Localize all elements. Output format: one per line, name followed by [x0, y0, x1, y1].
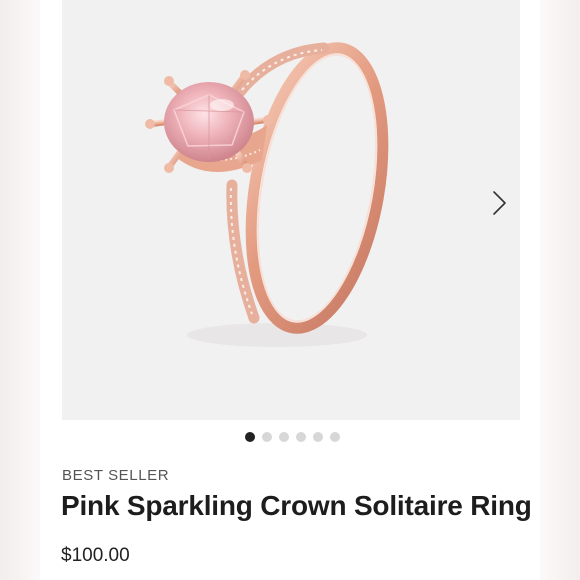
product-price: $100.00: [61, 545, 130, 566]
right-blurred-edge: [540, 0, 580, 580]
pagination-dot-5[interactable]: [313, 432, 323, 442]
next-image-button[interactable]: [488, 186, 512, 220]
pagination-dot-4[interactable]: [296, 432, 306, 442]
product-card: BEST SELLER Pink Sparkling Crown Solitai…: [40, 0, 540, 580]
pagination-dot-3[interactable]: [279, 432, 289, 442]
product-screen: BEST SELLER Pink Sparkling Crown Solitai…: [0, 0, 580, 580]
left-blurred-edge: [0, 0, 40, 580]
product-image-carousel[interactable]: [62, 0, 520, 420]
pagination-dot-2[interactable]: [262, 432, 272, 442]
ring-image: [145, 42, 389, 347]
pagination-dot-1[interactable]: [245, 432, 255, 442]
carousel-pagination: [245, 432, 340, 442]
best-seller-badge: BEST SELLER: [62, 467, 170, 484]
pagination-dot-6[interactable]: [330, 432, 340, 442]
product-title: Pink Sparkling Crown Solitaire Ring: [61, 490, 532, 521]
chevron-right-icon: [493, 191, 506, 215]
